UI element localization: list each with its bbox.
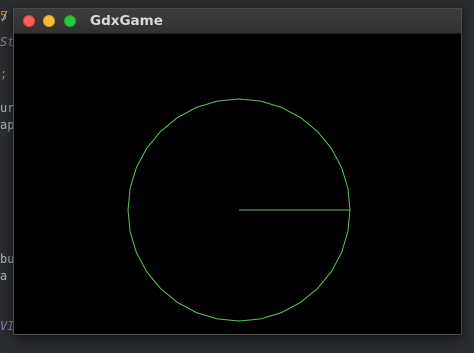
code-fragment: ; [0, 67, 8, 81]
minimize-button[interactable] [43, 15, 55, 27]
maximize-button[interactable] [64, 15, 76, 27]
game-window[interactable]: GdxGame [13, 8, 462, 335]
scene-drawing [127, 98, 351, 322]
code-fragment: / [1, 9, 9, 23]
window-titlebar[interactable]: GdxGame [14, 9, 461, 34]
window-title: GdxGame [90, 13, 163, 29]
game-canvas[interactable] [14, 34, 461, 334]
close-button[interactable] [23, 15, 35, 27]
